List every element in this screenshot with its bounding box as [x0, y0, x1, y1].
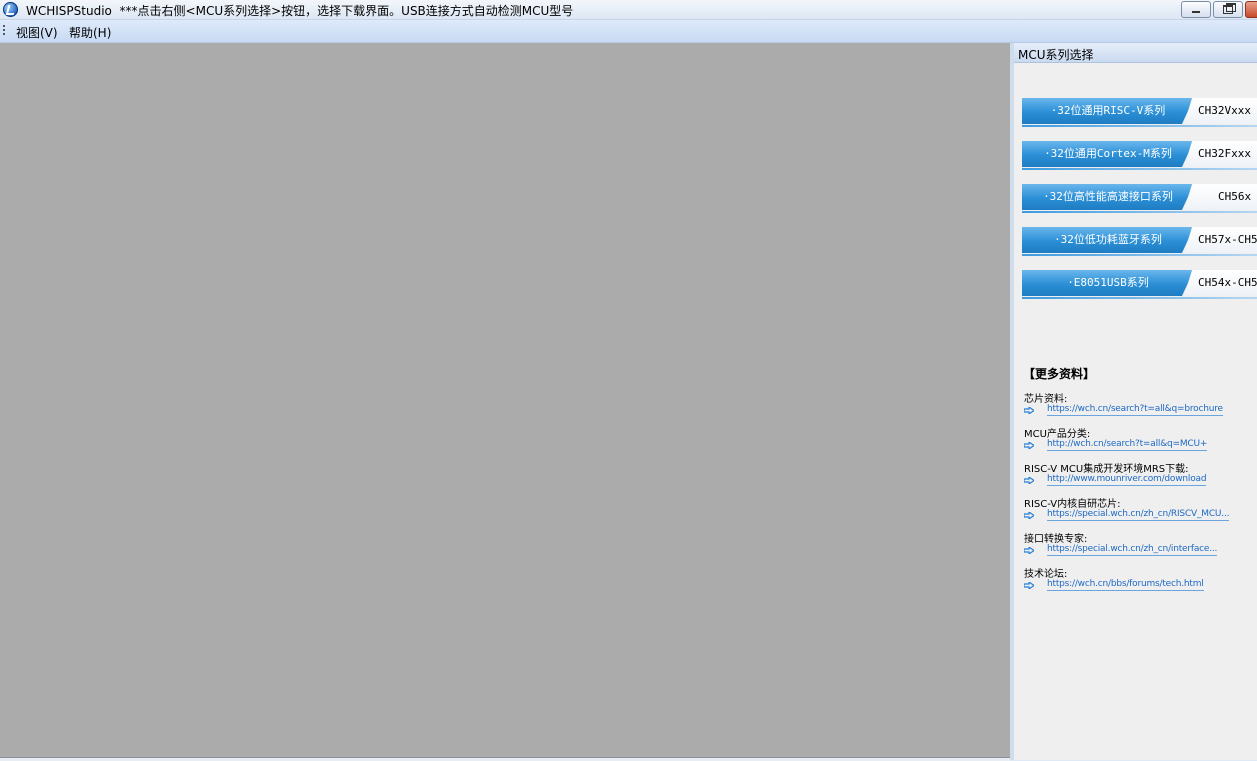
- series-divider: [1022, 254, 1257, 256]
- link-label-interface: 接口转换专家:: [1024, 534, 1088, 545]
- series-tab-ble[interactable]: CH57x-CH58x: [1184, 227, 1257, 253]
- series-button-riscv[interactable]: ·32位通用RISC-V系列: [1022, 98, 1194, 124]
- series-tab-high-speed[interactable]: CH56x: [1184, 184, 1257, 210]
- menu-grip-icon[interactable]: [3, 25, 5, 37]
- series-divider: [1022, 297, 1257, 299]
- minimize-button[interactable]: [1181, 1, 1211, 18]
- series-row-ble: ·32位低功耗蓝牙系列 CH57x-CH58x: [1022, 227, 1257, 257]
- link-label-forum: 技术论坛:: [1024, 569, 1068, 580]
- arrow-right-icon: [1024, 547, 1034, 554]
- series-button-high-speed[interactable]: ·32位高性能高速接口系列: [1022, 184, 1194, 210]
- link-mrs-download[interactable]: http://www.mounriver.com/download: [1047, 474, 1207, 486]
- main-workspace: [0, 43, 1010, 757]
- series-row-high-speed: ·32位高性能高速接口系列 CH56x: [1022, 184, 1257, 214]
- link-forum[interactable]: https://wch.cn/bbs/forums/tech.html: [1047, 579, 1204, 591]
- series-tab-cortex-m[interactable]: CH32Fxxx: [1184, 141, 1257, 167]
- arrow-right-icon: [1024, 407, 1034, 414]
- bottom-tab-strip: [0, 757, 1010, 761]
- arrow-right-icon: [1024, 442, 1034, 449]
- close-button[interactable]: [1245, 1, 1257, 18]
- link-label-mcu-products: MCU产品分类:: [1024, 429, 1091, 440]
- menu-bar: 视图(V) 帮助(H): [0, 20, 1257, 43]
- link-interface[interactable]: https://special.wch.cn/zh_cn/interface..…: [1047, 544, 1217, 556]
- arrow-right-icon: [1024, 477, 1034, 484]
- panel-header: MCU系列选择: [1014, 43, 1257, 63]
- link-label-brochure: 芯片资料:: [1024, 394, 1068, 405]
- arrow-right-icon: [1024, 582, 1034, 589]
- app-name: WCHISPStudio: [26, 4, 112, 18]
- link-label-riscv-chips: RISC-V内核自研芯片:: [1024, 499, 1121, 510]
- arrow-right-icon: [1024, 512, 1034, 519]
- series-button-ble[interactable]: ·32位低功耗蓝牙系列: [1022, 227, 1194, 253]
- panel-title: MCU系列选择: [1018, 48, 1094, 62]
- title-message: ***点击右侧<MCU系列选择>按钮，选择下载界面。USB连接方式自动检测MCU…: [119, 4, 574, 18]
- menu-view[interactable]: 视图(V): [16, 24, 58, 41]
- series-tab-e8051[interactable]: CH54x-CH55x: [1184, 270, 1257, 296]
- series-button-cortex-m[interactable]: ·32位通用Cortex-M系列: [1022, 141, 1194, 167]
- link-mcu-products[interactable]: http://wch.cn/search?t=all&q=MCU+: [1047, 439, 1207, 451]
- restore-button[interactable]: [1213, 1, 1243, 18]
- series-row-cortex-m: ·32位通用Cortex-M系列 CH32Fxxx: [1022, 141, 1257, 171]
- mcu-series-panel: MCU系列选择 ·32位通用RISC-V系列 CH32Vxxx ·32位通用Co…: [1014, 43, 1257, 760]
- link-riscv-chips[interactable]: https://special.wch.cn/zh_cn/RISCV_MCU..…: [1047, 509, 1229, 521]
- series-row-e8051: ·E8051USB系列 CH54x-CH55x: [1022, 270, 1257, 300]
- series-button-e8051[interactable]: ·E8051USB系列: [1022, 270, 1194, 296]
- series-divider: [1022, 168, 1257, 170]
- series-row-riscv: ·32位通用RISC-V系列 CH32Vxxx: [1022, 98, 1257, 128]
- link-label-mrs-download: RISC-V MCU集成开发环境MRS下载:: [1024, 464, 1189, 475]
- app-logo-icon: [3, 2, 18, 17]
- more-info-title: 【更多资料】: [1023, 367, 1096, 381]
- series-tab-riscv[interactable]: CH32Vxxx: [1184, 98, 1257, 124]
- title-bar: WCHISPStudio ***点击右侧<MCU系列选择>按钮，选择下载界面。U…: [0, 0, 1257, 20]
- window-title: WCHISPStudio ***点击右侧<MCU系列选择>按钮，选择下载界面。U…: [26, 2, 573, 19]
- series-divider: [1022, 211, 1257, 213]
- link-brochure[interactable]: https://wch.cn/search?t=all&q=brochure: [1047, 404, 1223, 416]
- menu-help[interactable]: 帮助(H): [69, 24, 111, 41]
- series-divider: [1022, 125, 1257, 127]
